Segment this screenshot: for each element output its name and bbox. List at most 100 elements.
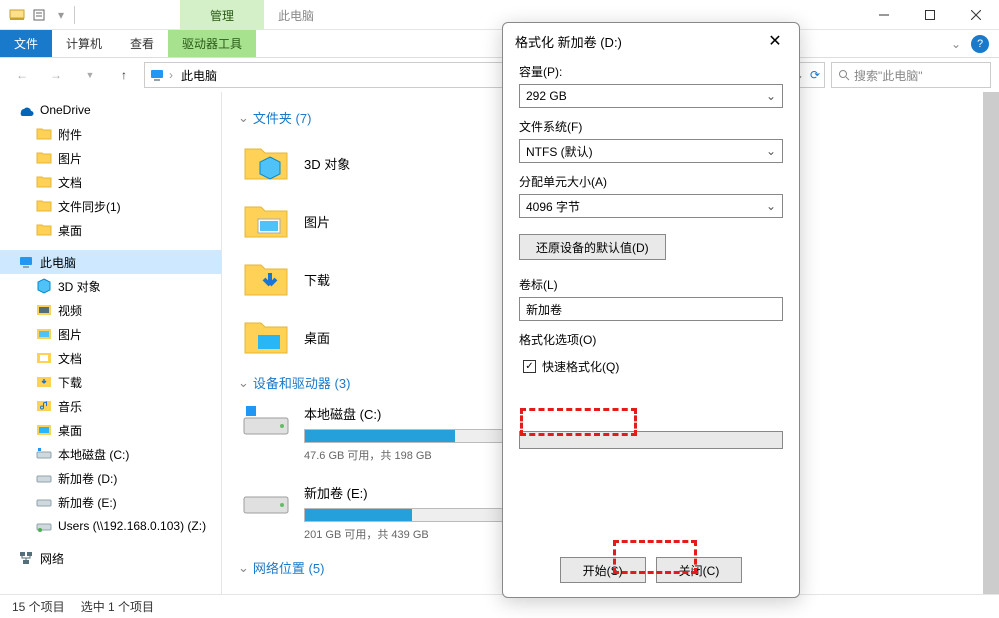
desktop-icon <box>36 422 52 438</box>
ribbon-context-title-manage: 管理 <box>180 0 264 30</box>
sidebar-item-label: 音乐 <box>58 398 82 415</box>
sidebar-item-pictures-od[interactable]: 图片 <box>0 146 221 170</box>
sidebar-item-desktop[interactable]: 桌面 <box>0 418 221 442</box>
sidebar-item-label: Users (\\192.168.0.103) (Z:) <box>58 519 206 533</box>
sidebar-item-label: 网络 <box>40 550 64 567</box>
status-bar: 15 个项目 选中 1 个项目 <box>0 594 999 618</box>
breadcrumb-thispc[interactable]: 此电脑 <box>177 65 221 86</box>
chevron-down-icon: ⌄ <box>766 199 776 213</box>
sidebar-item-desktop-od[interactable]: 桌面 <box>0 218 221 242</box>
folder-icon <box>36 174 52 190</box>
chevron-down-icon: ⌄ <box>238 560 249 576</box>
explorer-icon <box>8 6 26 24</box>
sidebar-network[interactable]: 网络 <box>0 546 221 570</box>
start-button[interactable]: 开始(S) <box>560 557 646 583</box>
close-button[interactable] <box>953 0 999 30</box>
minimize-button[interactable] <box>861 0 907 30</box>
sidebar-item-pictures[interactable]: 图片 <box>0 322 221 346</box>
folder-label: 图片 <box>304 212 330 231</box>
quick-format-label: 快速格式化(Q) <box>542 358 619 375</box>
sidebar-item-label: 视频 <box>58 302 82 319</box>
capacity-value: 292 GB <box>526 89 567 103</box>
onedrive-icon <box>18 102 34 118</box>
refresh-icon[interactable]: ⟳ <box>810 68 820 82</box>
quick-format-checkbox[interactable]: ✓ <box>523 360 536 373</box>
sidebar-onedrive[interactable]: OneDrive <box>0 98 221 122</box>
sidebar-item-label: 此电脑 <box>40 254 76 271</box>
sidebar-item-label: 附件 <box>58 126 82 143</box>
drive-icon <box>242 404 290 438</box>
sidebar-item-3dobjects[interactable]: 3D 对象 <box>0 274 221 298</box>
sidebar-item-label: 桌面 <box>58 222 82 239</box>
drive-icon <box>36 446 52 462</box>
sidebar-item-videos[interactable]: 视频 <box>0 298 221 322</box>
download-icon <box>36 374 52 390</box>
sidebar-item-label: 3D 对象 <box>58 278 101 295</box>
dialog-close-button[interactable]: ✕ <box>763 29 787 53</box>
video-icon <box>36 302 52 318</box>
folder-label: 3D 对象 <box>304 154 350 173</box>
ribbon-tabs: 管理 此电脑 文件 计算机 查看 驱动器工具 ⌄ ? <box>0 30 999 58</box>
filesystem-value: NTFS (默认) <box>526 143 593 160</box>
status-item-count: 15 个项目 <box>12 598 65 615</box>
up-button[interactable]: ↑ <box>110 61 138 89</box>
back-button[interactable]: ← <box>8 61 36 89</box>
tab-file[interactable]: 文件 <box>0 30 52 57</box>
help-icon[interactable]: ? <box>971 35 989 53</box>
restore-defaults-button[interactable]: 还原设备的默认值(D) <box>519 234 666 260</box>
folder-icon <box>36 222 52 238</box>
maximize-button[interactable] <box>907 0 953 30</box>
volume-input[interactable]: 新加卷 <box>519 297 783 321</box>
format-dialog: 格式化 新加卷 (D:) ✕ 容量(P): 292 GB⌄ 文件系统(F) NT… <box>502 22 800 598</box>
group-label: 文件夹 (7) <box>253 108 312 127</box>
sidebar-item-attachments[interactable]: 附件 <box>0 122 221 146</box>
folder-icon <box>36 198 52 214</box>
network-icon <box>18 550 34 566</box>
search-box[interactable]: 搜索"此电脑" <box>831 62 991 88</box>
filesystem-label: 文件系统(F) <box>519 118 783 135</box>
sidebar-item-label: 文档 <box>58 350 82 367</box>
divider <box>74 6 75 24</box>
sidebar-item-label: 本地磁盘 (C:) <box>58 446 129 463</box>
sidebar-item-downloads[interactable]: 下载 <box>0 370 221 394</box>
quick-format-row[interactable]: ✓ 快速格式化(Q) <box>519 352 783 381</box>
capacity-select[interactable]: 292 GB⌄ <box>519 84 783 108</box>
sidebar-item-drive-z[interactable]: Users (\\192.168.0.103) (Z:) <box>0 514 221 538</box>
format-options-label: 格式化选项(O) <box>519 331 783 348</box>
sidebar-item-drive-c[interactable]: 本地磁盘 (C:) <box>0 442 221 466</box>
qat-dropdown-icon[interactable]: ▾ <box>52 6 70 24</box>
properties-icon[interactable] <box>30 6 48 24</box>
forward-button[interactable]: → <box>42 61 70 89</box>
sidebar-item-label: 图片 <box>58 150 82 167</box>
sidebar-item-documents-od[interactable]: 文档 <box>0 170 221 194</box>
navigation-pane[interactable]: OneDrive 附件 图片 文档 文件同步(1) 桌面 此电脑 3D 对象 视… <box>0 92 222 594</box>
allocation-select[interactable]: 4096 字节⌄ <box>519 194 783 218</box>
recent-locations-button[interactable]: ▼ <box>76 61 104 89</box>
chevron-down-icon: ⌄ <box>238 375 249 391</box>
search-icon <box>838 69 850 81</box>
3d-icon <box>36 278 52 294</box>
drive-icon <box>36 494 52 510</box>
sidebar-item-drive-e[interactable]: 新加卷 (E:) <box>0 490 221 514</box>
close-button[interactable]: 关闭(C) <box>656 557 743 583</box>
dialog-footer: 开始(S) 关闭(C) <box>503 543 799 597</box>
folder-label: 桌面 <box>304 328 330 347</box>
folder-label: 下载 <box>304 270 330 289</box>
tab-view[interactable]: 查看 <box>116 30 168 57</box>
tab-driver-tools[interactable]: 驱动器工具 <box>168 30 256 57</box>
computer-icon <box>242 589 290 594</box>
sidebar-item-music[interactable]: 音乐 <box>0 394 221 418</box>
sidebar-thispc[interactable]: 此电脑 <box>0 250 221 274</box>
filesystem-select[interactable]: NTFS (默认)⌄ <box>519 139 783 163</box>
scrollbar[interactable] <box>983 92 999 594</box>
sidebar-item-label: 桌面 <box>58 422 82 439</box>
sidebar-item-documents[interactable]: 文档 <box>0 346 221 370</box>
sidebar-item-label: 新加卷 (E:) <box>58 494 117 511</box>
sidebar-item-filesync[interactable]: 文件同步(1) <box>0 194 221 218</box>
drive-usage-bar <box>304 429 504 443</box>
netdrive-icon <box>36 518 52 534</box>
ribbon-expand-icon[interactable]: ⌄ <box>951 37 961 51</box>
sidebar-item-drive-d[interactable]: 新加卷 (D:) <box>0 466 221 490</box>
tab-computer[interactable]: 计算机 <box>52 30 116 57</box>
volume-value: 新加卷 <box>526 301 562 318</box>
